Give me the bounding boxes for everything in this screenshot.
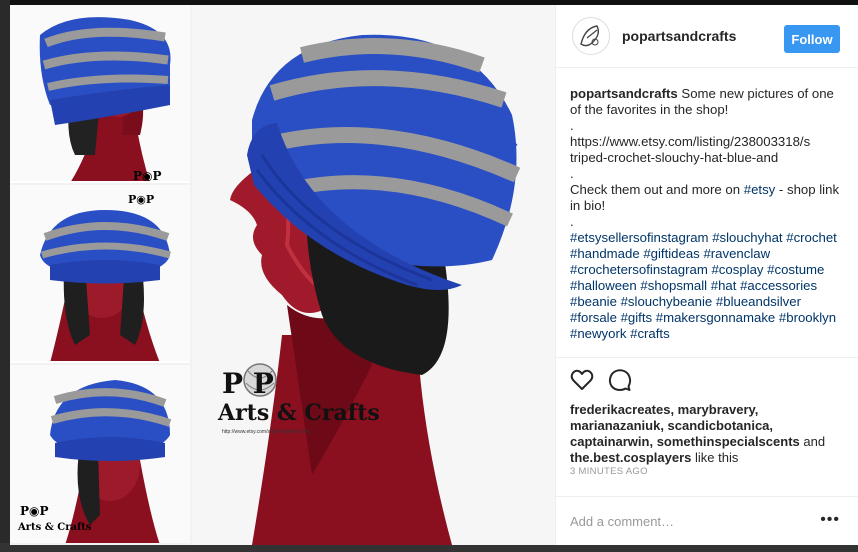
header-username[interactable]: popartsandcrafts [622,28,736,44]
brand-logo-text: P◉P [133,169,162,183]
brand-logo-url: http://www.etsy.com/shop/PopArtsCrafts [222,429,311,435]
post-modal: P◉P P◉P P◉P Arts & Crafts P P Arts & Cra… [10,5,858,545]
likers-list[interactable]: frederikacreates, marybravery, marianaza… [570,402,800,449]
comment-bar: ••• [556,496,858,545]
likers-and: and [799,434,826,450]
comment-input[interactable] [570,513,790,529]
brand-logo-subtitle: Arts & Crafts [217,400,380,426]
post-photo[interactable]: P◉P P◉P P◉P Arts & Crafts P P Arts & Cra… [10,5,555,545]
avatar[interactable] [572,16,610,55]
brand-logo-text: P◉P [20,504,49,518]
thumbnail-side-view: P◉P [10,5,190,183]
caption-divider: . [570,213,574,229]
avatar-logo-icon [573,17,609,54]
caption-divider: . [570,117,574,133]
brand-logo-subtext: Arts & Crafts [17,522,92,533]
comment-bubble-icon [608,369,632,392]
thumbnail-front-view: P◉P [10,185,190,363]
brand-logo-text: P◉P [128,193,154,206]
follow-button[interactable]: Follow [784,25,840,53]
post-timestamp[interactable]: 3 MINUTES AGO [556,466,858,496]
caption-hashtags[interactable]: #etsysellersofinstagram #slouchyhat #cro… [570,230,844,342]
likes-suffix: like this [691,450,739,466]
post-caption: popartsandcrafts Some new pictures of on… [556,68,858,357]
caption-link-continued: triped-crochet-slouchy-hat-blue-and [570,149,779,165]
backdrop-strip [0,0,10,552]
comment-button[interactable] [608,366,636,394]
brand-logo-letters: P P [222,367,274,400]
post-header: popartsandcrafts Follow [556,5,858,68]
caption-divider: . [570,165,574,181]
caption-text: Check them out and more on [570,181,744,197]
caption-username[interactable]: popartsandcrafts [570,86,678,101]
like-button[interactable] [570,366,598,394]
last-liker[interactable]: the.best.cosplayers [570,450,691,465]
thumbnail-three-quarter-view: P◉P Arts & Crafts [10,365,190,543]
post-sidebar: popartsandcrafts Follow popartsandcrafts… [555,5,858,545]
heart-icon [570,369,594,391]
main-photo: P P Arts & Crafts http://www.etsy.com/sh… [192,5,555,545]
photo-collage-thumbnails: P◉P P◉P P◉P Arts & Crafts [10,5,190,545]
caption-link: https://www.etsy.com/listing/238003318/s [570,133,811,149]
hashtag-link[interactable]: #etsy [744,182,776,197]
more-options-icon[interactable]: ••• [820,512,840,528]
likes-summary: frederikacreates, marybravery, marianaza… [556,396,858,466]
post-actions [556,356,858,397]
